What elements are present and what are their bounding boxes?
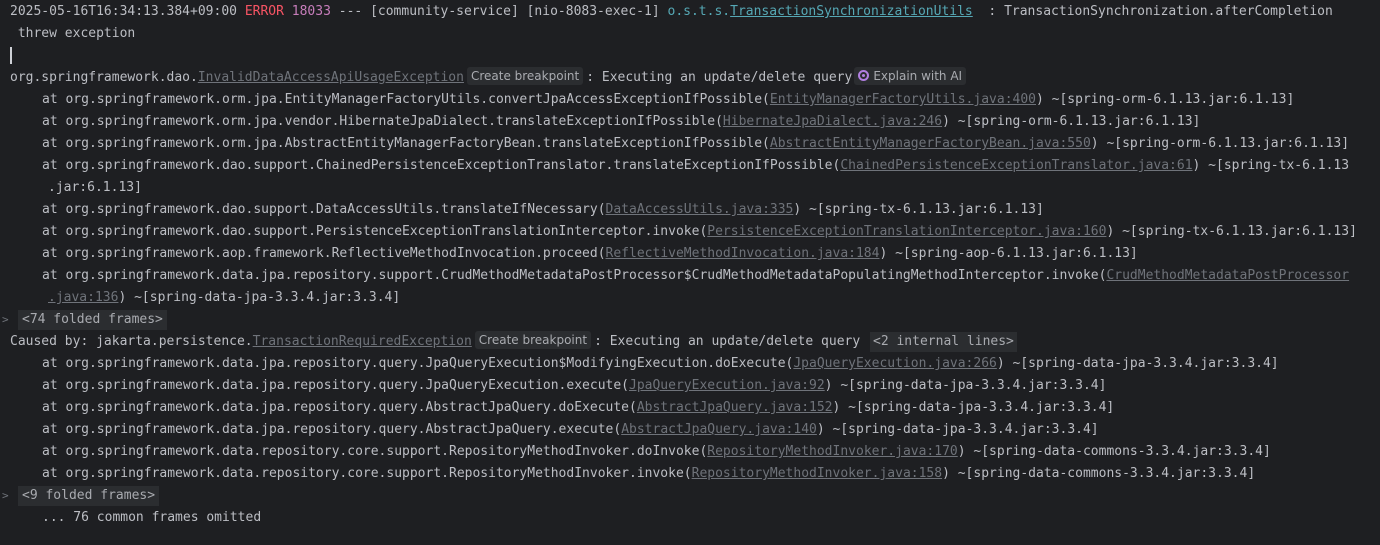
log-pid: 18033 xyxy=(291,4,331,19)
log-header-continuation: threw exception xyxy=(0,23,1380,45)
frame-method: at org.springframework.data.repository.c… xyxy=(42,444,708,459)
frame-jar: ) ~[spring-orm-6.1.13.jar:6.1.13] xyxy=(1090,136,1350,151)
log-message-cont: threw exception xyxy=(17,26,136,41)
folded-frames-toggle[interactable]: <74 folded frames> xyxy=(18,310,167,330)
frame-source-link[interactable]: PersistenceExceptionTranslationIntercept… xyxy=(707,224,1106,239)
frame-jar: ) ~[spring-orm-6.1.13.jar:6.1.13] xyxy=(1036,92,1295,107)
frame-method: at org.springframework.orm.jpa.AbstractE… xyxy=(42,136,770,151)
stack-frame: at org.springframework.aop.framework.Ref… xyxy=(0,243,1380,265)
create-breakpoint-button-2[interactable]: Create breakpoint xyxy=(474,331,592,349)
ai-spiral-icon xyxy=(858,70,870,81)
log-separator: --- xyxy=(338,4,363,19)
exception-message: : Executing an update/delete query xyxy=(586,70,853,85)
frame-method: at org.springframework.data.jpa.reposito… xyxy=(42,378,629,393)
stack-frame: at org.springframework.dao.support.Persi… xyxy=(0,221,1380,243)
frame-method: at org.springframework.data.jpa.reposito… xyxy=(42,268,1107,283)
logger-prefix: o.s.t.s. xyxy=(667,4,731,19)
stack-frame: at org.springframework.dao.support.Chain… xyxy=(0,155,1380,177)
stack-frame: at org.springframework.data.repository.c… xyxy=(0,441,1380,463)
frame-source-link[interactable]: CrudMethodMetadataPostProcessor xyxy=(1106,268,1349,283)
caret-line xyxy=(0,45,1380,67)
frame-method: at org.springframework.dao.support.Chain… xyxy=(42,158,841,173)
frame-jar-cont: ) ~[spring-data-jpa-3.3.4.jar:3.3.4] xyxy=(118,290,401,305)
create-breakpoint-button[interactable]: Create breakpoint xyxy=(466,67,584,85)
frame-jar: ) ~[spring-data-jpa-3.3.4.jar:3.3.4] xyxy=(816,422,1099,437)
frame-source-link[interactable]: JpaQueryExecution.java:266 xyxy=(793,356,997,371)
frame-method: at org.springframework.dao.support.Persi… xyxy=(42,224,708,239)
log-message: : TransactionSynchronization.afterComple… xyxy=(988,4,1333,19)
internal-lines-toggle[interactable]: <2 internal lines> xyxy=(870,332,1017,352)
frame-method: at org.springframework.data.jpa.reposito… xyxy=(42,356,794,371)
logger-class-link[interactable]: TransactionSynchronizationUtils xyxy=(730,4,973,19)
stack-frame-continuation: .java:136) ~[spring-data-jpa-3.3.4.jar:3… xyxy=(0,287,1380,309)
chevron-right-icon: > xyxy=(2,489,9,502)
exception-line: org.springframework.dao.InvalidDataAcces… xyxy=(0,67,1380,89)
frame-jar: ) ~[spring-tx-6.1.13.jar:6.1.13] xyxy=(1106,224,1357,239)
omitted-frames-text: ... 76 common frames omitted xyxy=(42,510,262,525)
stack-frame: at org.springframework.orm.jpa.EntityMan… xyxy=(0,89,1380,111)
omitted-frames-line: ... 76 common frames omitted xyxy=(0,507,1380,529)
frame-source-link[interactable]: AbstractJpaQuery.java:152 xyxy=(637,400,833,415)
frame-jar: ) ~[spring-data-jpa-3.3.4.jar:3.3.4] xyxy=(824,378,1107,393)
frame-jar: ) ~[spring-tx-6.1.13 xyxy=(1192,158,1350,173)
frame-jar: ) ~[spring-orm-6.1.13.jar:6.1.13] xyxy=(942,114,1201,129)
caused-by-line: Caused by: jakarta.persistence.Transacti… xyxy=(0,331,1380,353)
frame-jar-cont: .jar:6.1.13] xyxy=(48,180,142,195)
stack-frame: at org.springframework.dao.support.DataA… xyxy=(0,199,1380,221)
explain-with-ai-label: Explain with AI xyxy=(873,69,963,83)
frame-source-link-cont[interactable]: .java:136 xyxy=(48,290,118,305)
frame-jar: ) ~[spring-tx-6.1.13.jar:6.1.13] xyxy=(793,202,1044,217)
stack-frame: at org.springframework.data.jpa.reposito… xyxy=(0,265,1380,287)
frame-method: at org.springframework.data.jpa.reposito… xyxy=(42,422,622,437)
explain-with-ai-button[interactable]: Explain with AI xyxy=(854,67,967,85)
frame-source-link[interactable]: ReflectiveMethodInvocation.java:184 xyxy=(606,246,880,261)
folded-frames-row-1[interactable]: > <74 folded frames> xyxy=(0,309,1380,331)
stack-frames-group-2: at org.springframework.data.jpa.reposito… xyxy=(0,353,1380,485)
frame-source-link[interactable]: DataAccessUtils.java:335 xyxy=(606,202,794,217)
caused-by-class-link[interactable]: TransactionRequiredException xyxy=(253,334,472,349)
text-caret xyxy=(10,47,12,64)
log-app: [community-service] xyxy=(370,4,519,19)
console-output[interactable]: 2025-05-16T16:34:13.384+09:00 ERROR 1803… xyxy=(0,0,1380,529)
frame-method: at org.springframework.orm.jpa.vendor.Hi… xyxy=(42,114,723,129)
exception-prefix: org.springframework.dao. xyxy=(10,70,198,85)
frame-method: at org.springframework.dao.support.DataA… xyxy=(42,202,606,217)
stack-frame: at org.springframework.orm.jpa.vendor.Hi… xyxy=(0,111,1380,133)
caused-by-prefix: Caused by: jakarta.persistence. xyxy=(10,334,253,349)
frame-jar: ) ~[spring-data-jpa-3.3.4.jar:3.3.4] xyxy=(996,356,1279,371)
frame-jar: ) ~[spring-data-jpa-3.3.4.jar:3.3.4] xyxy=(832,400,1115,415)
frame-source-link[interactable]: RepositoryMethodInvoker.java:158 xyxy=(692,466,942,481)
frame-source-link[interactable]: RepositoryMethodInvoker.java:170 xyxy=(707,444,957,459)
frame-source-link[interactable]: EntityManagerFactoryUtils.java:400 xyxy=(770,92,1036,107)
frame-method: at org.springframework.data.repository.c… xyxy=(42,466,692,481)
frame-jar: ) ~[spring-aop-6.1.13.jar:6.1.13] xyxy=(879,246,1138,261)
frame-method: at org.springframework.orm.jpa.EntityMan… xyxy=(42,92,770,107)
frame-source-link[interactable]: AbstractJpaQuery.java:140 xyxy=(621,422,817,437)
stack-frame: at org.springframework.data.jpa.reposito… xyxy=(0,375,1380,397)
frame-method: at org.springframework.aop.framework.Ref… xyxy=(42,246,606,261)
stack-frame: at org.springframework.data.jpa.reposito… xyxy=(0,397,1380,419)
caused-by-message: : Executing an update/delete query xyxy=(594,334,861,349)
stack-frame: at org.springframework.orm.jpa.AbstractE… xyxy=(0,133,1380,155)
stack-frame: at org.springframework.data.jpa.reposito… xyxy=(0,419,1380,441)
frame-jar: ) ~[spring-data-commons-3.3.4.jar:3.3.4] xyxy=(942,466,1256,481)
log-timestamp: 2025-05-16T16:34:13.384+09:00 xyxy=(10,4,237,19)
frame-source-link[interactable]: HibernateJpaDialect.java:246 xyxy=(723,114,942,129)
log-header-line: 2025-05-16T16:34:13.384+09:00 ERROR 1803… xyxy=(0,1,1380,23)
folded-frames-toggle-2[interactable]: <9 folded frames> xyxy=(18,486,160,506)
frame-source-link[interactable]: JpaQueryExecution.java:92 xyxy=(629,378,825,393)
stack-frame-continuation: .jar:6.1.13] xyxy=(0,177,1380,199)
stack-frames-group-1: at org.springframework.orm.jpa.EntityMan… xyxy=(0,89,1380,309)
exception-class-link[interactable]: InvalidDataAccessApiUsageException xyxy=(198,70,464,85)
stack-frame: at org.springframework.data.repository.c… xyxy=(0,463,1380,485)
log-level: ERROR xyxy=(244,4,284,19)
stack-frame: at org.springframework.data.jpa.reposito… xyxy=(0,353,1380,375)
log-thread: [nio-8083-exec-1] xyxy=(526,4,660,19)
chevron-right-icon: > xyxy=(2,313,9,326)
frame-method: at org.springframework.data.jpa.reposito… xyxy=(42,400,637,415)
frame-source-link[interactable]: ChainedPersistenceExceptionTranslator.ja… xyxy=(840,158,1192,173)
frame-source-link[interactable]: AbstractEntityManagerFactoryBean.java:55… xyxy=(770,136,1091,151)
frame-jar: ) ~[spring-data-commons-3.3.4.jar:3.3.4] xyxy=(957,444,1271,459)
folded-frames-row-2[interactable]: > <9 folded frames> xyxy=(0,485,1380,507)
